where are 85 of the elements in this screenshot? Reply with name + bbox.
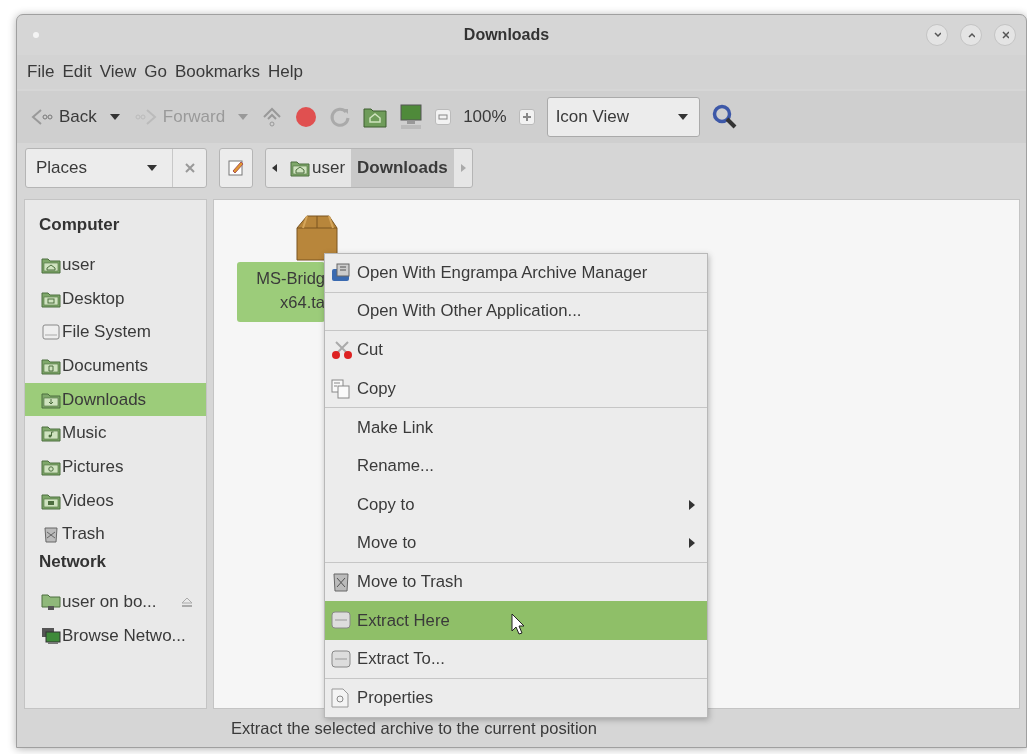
close-icon (1001, 30, 1009, 40)
drive-icon (41, 323, 61, 342)
zoom-level: 100% (463, 107, 507, 127)
package-icon[interactable] (295, 214, 339, 262)
back-arrow-icon (29, 107, 55, 127)
stop-icon[interactable] (295, 106, 318, 128)
trash-icon (41, 525, 61, 544)
menu-item[interactable]: Go (140, 62, 171, 82)
menu-item[interactable]: Bookmarks (170, 62, 264, 82)
context-menu-item[interactable]: Properties (325, 678, 707, 718)
mouse-pointer-icon (511, 613, 525, 636)
reload-icon[interactable] (329, 106, 352, 128)
sidebar-item[interactable]: Videos (25, 483, 206, 518)
menu-item[interactable]: Help (263, 62, 307, 82)
window-menu-icon[interactable] (33, 32, 39, 38)
home-folder-icon[interactable] (363, 106, 388, 128)
music-folder-icon (41, 424, 61, 443)
menu-item[interactable]: Edit (58, 62, 96, 82)
network-folder-icon (41, 593, 61, 612)
chevron-down-icon (933, 31, 941, 39)
context-menu-item[interactable]: Open With Other Application... (325, 292, 707, 332)
edit-location-button[interactable] (219, 148, 253, 188)
window-title: Downloads (462, 26, 551, 44)
copy-icon (331, 378, 351, 399)
properties-icon (331, 687, 349, 708)
file-name-label[interactable]: MS-Bridg x64.ta (237, 262, 325, 322)
context-menu-item[interactable]: Copy to (325, 485, 707, 525)
context-menu-item[interactable]: Copy (325, 369, 707, 409)
desktop-folder-icon (41, 289, 61, 308)
caret-icon (676, 113, 689, 121)
search-icon[interactable] (711, 104, 738, 130)
context-menu-item[interactable]: Extract Here (325, 601, 707, 640)
sidebar-item[interactable]: Documents (25, 349, 206, 383)
pictures-folder-icon (41, 457, 61, 476)
context-menu-item[interactable]: Extract To... (325, 639, 707, 679)
path-button[interactable]: Downloads (351, 149, 454, 187)
pencil-icon (228, 160, 244, 176)
plus-icon (521, 112, 532, 122)
computer-icon[interactable] (399, 104, 424, 130)
side-pane-select[interactable]: Places (25, 148, 207, 188)
context-menu-item[interactable]: Move to (325, 524, 707, 563)
downloads-folder-icon (41, 390, 61, 409)
videos-folder-icon (41, 491, 61, 510)
home-folder-icon (290, 159, 310, 177)
maximize-button[interactable] (960, 24, 982, 46)
minus-icon (438, 114, 449, 120)
scissors-icon (331, 340, 353, 361)
network-computer-icon (41, 626, 61, 645)
sidebar-item[interactable]: user on bo... (25, 585, 206, 619)
context-menu-item[interactable]: Make Link (325, 408, 707, 447)
sidebar-item[interactable]: user (25, 248, 206, 282)
menu-item[interactable]: View (95, 62, 141, 82)
context-menu-item[interactable]: Move to Trash (325, 562, 707, 602)
caret-icon (146, 164, 158, 172)
trash-icon (331, 571, 351, 592)
sidebar-item[interactable]: Music (25, 416, 206, 451)
context-menu-item[interactable]: Cut (325, 331, 707, 370)
status-text: Extract the selected archive to the current position (231, 718, 597, 738)
eject-icon[interactable] (179, 596, 194, 609)
sidebar-item[interactable]: Downloads (25, 382, 206, 417)
archive-extract-icon (331, 610, 351, 631)
sidebar-item[interactable]: Desktop (25, 281, 206, 316)
home-folder-icon (41, 255, 61, 274)
archive-extract-icon (331, 648, 351, 669)
chevron-up-icon (967, 31, 975, 39)
sidebar-item[interactable]: Pictures (25, 450, 206, 484)
menu-item[interactable]: File (23, 62, 59, 82)
close-button[interactable] (994, 24, 1016, 46)
zoom-out-button[interactable] (435, 109, 452, 125)
archive-icon (331, 263, 351, 283)
context-menu-item[interactable]: Open With Engrampa Archive Manager (325, 254, 707, 293)
sidebar-item[interactable]: Browse Netwo... (25, 618, 206, 653)
view-select[interactable]: Icon View (546, 97, 700, 137)
close-icon (184, 163, 195, 173)
sidebar-item[interactable]: Trash (25, 517, 206, 552)
minimize-button[interactable] (926, 24, 948, 46)
sidebar-heading: Network (38, 551, 108, 574)
path-button[interactable]: user (284, 149, 352, 187)
back-button[interactable]: Back (29, 107, 97, 127)
zoom-in-button[interactable] (518, 109, 535, 125)
sidebar-heading: Computer (38, 214, 121, 236)
sidebar-item[interactable]: File System (25, 315, 206, 350)
context-menu-item[interactable]: Rename... (325, 446, 707, 486)
documents-folder-icon (41, 356, 61, 375)
caret-icon[interactable] (108, 113, 121, 121)
